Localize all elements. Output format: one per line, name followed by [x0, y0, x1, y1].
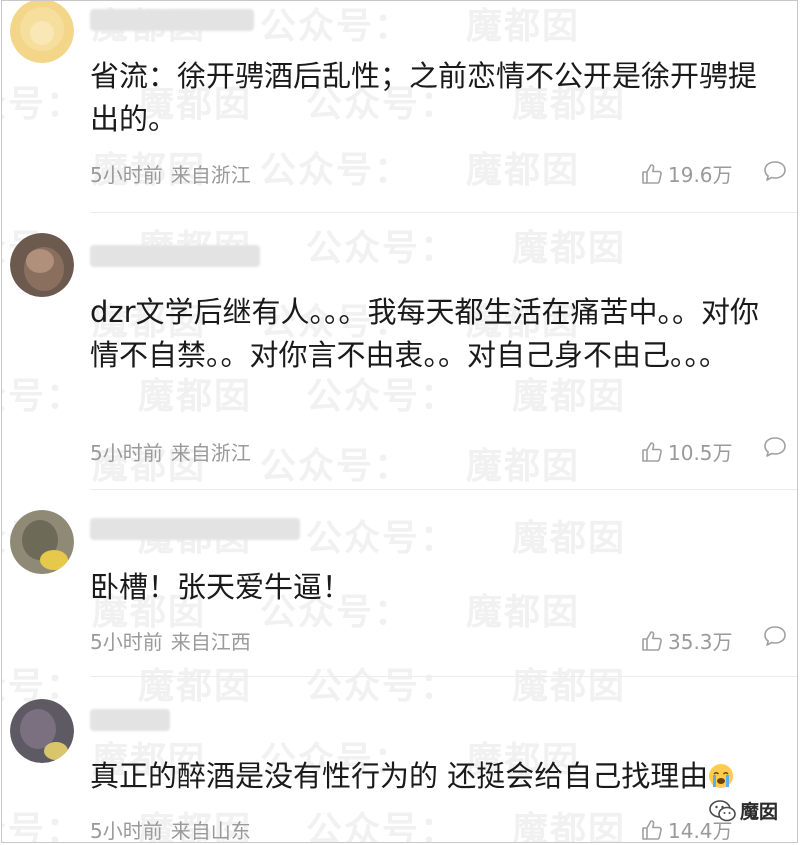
comment-text: 真正的醉酒是没有性行为的 还挺会给自己找理由 [90, 755, 777, 798]
comment-item: 省流：徐开骋酒后乱性；之前恋情不公开是徐开骋提出的。 5小时前 来自浙江 19.6… [2, 1, 797, 213]
speech-bubble-icon [764, 626, 786, 646]
thumbs-up-icon [642, 163, 662, 184]
like-count: 35.3万 [668, 630, 733, 654]
comment-meta: 5小时前 来自山东 [90, 815, 251, 843]
comment-item: 真正的醉酒是没有性行为的 还挺会给自己找理由 5小时前 来自山东 14.4万 [2, 677, 797, 843]
comment-time: 5小时前 [90, 163, 163, 187]
brand-label: 魔囡 [740, 801, 779, 823]
comment-item: dzr文学后继有人。。。我每天都生活在痛苦中。。对你情不自禁。。对你言不由衷。。… [2, 213, 797, 489]
comment-meta: 5小时前 来自江西 [90, 626, 251, 655]
username-blurred[interactable] [90, 709, 170, 731]
thumbs-up-icon [642, 441, 662, 462]
username-blurred[interactable] [90, 518, 300, 540]
comment-location: 来自浙江 [170, 163, 251, 187]
thumbs-up-icon [642, 630, 662, 651]
reply-button[interactable] [762, 624, 788, 648]
avatar-image [10, 510, 74, 574]
comment-text: 省流：徐开骋酒后乱性；之前恋情不公开是徐开骋提出的。 [90, 59, 758, 136]
comment-text: dzr文学后继有人。。。我每天都生活在痛苦中。。对你情不自禁。。对你言不由衷。。… [90, 295, 760, 372]
avatar-image [10, 233, 74, 297]
like-button[interactable]: 35.3万 [640, 626, 733, 655]
reply-button[interactable] [762, 435, 788, 459]
avatar-image [10, 1, 74, 63]
comment-text: 卧槽！张天爱牛逼！ [90, 570, 352, 604]
comment-location: 来自浙江 [170, 441, 251, 465]
comment-time: 5小时前 [90, 819, 163, 843]
avatar[interactable] [10, 233, 74, 297]
comment-meta: 5小时前 来自浙江 [90, 159, 251, 188]
comment-list-panel: 魔都囡公众号：魔都囡 公众号：魔都囡公众号：魔都囡 魔都囡公众号：魔都囡 公众号… [1, 0, 798, 843]
avatar[interactable] [10, 1, 74, 63]
crying-face-emoji [709, 764, 734, 788]
speech-bubble-icon [764, 161, 786, 181]
avatar[interactable] [10, 510, 74, 574]
username-blurred[interactable] [90, 245, 260, 267]
speech-bubble-icon [764, 437, 786, 457]
wechat-icon [709, 799, 736, 821]
username-blurred[interactable] [90, 9, 254, 31]
avatar-image [10, 699, 74, 763]
comment-time: 5小时前 [90, 630, 163, 654]
reply-button[interactable] [762, 159, 788, 183]
comment-location: 来自江西 [170, 630, 251, 654]
like-count: 19.6万 [668, 163, 733, 187]
like-count: 10.5万 [668, 441, 733, 465]
like-button[interactable]: 10.5万 [640, 437, 733, 466]
comment-item: 卧槽！张天爱牛逼！ 5小时前 来自江西 35.3万 [2, 490, 797, 676]
brand-watermark: 魔囡 [709, 797, 778, 824]
avatar[interactable] [10, 699, 74, 763]
comment-meta: 5小时前 来自浙江 [90, 437, 251, 466]
like-button[interactable]: 19.6万 [640, 159, 733, 188]
comment-location: 来自山东 [170, 819, 251, 843]
comment-time: 5小时前 [90, 441, 163, 465]
thumbs-up-icon [642, 819, 662, 840]
